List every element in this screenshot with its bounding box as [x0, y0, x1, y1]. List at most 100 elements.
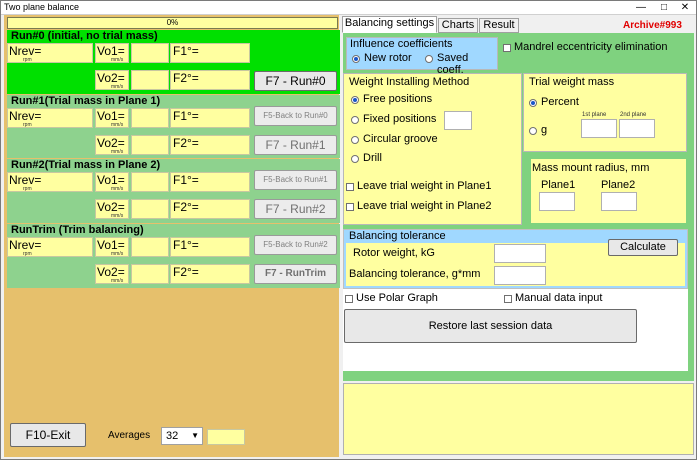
- back-to-run2-button[interactable]: F5-Back to Run#2: [254, 235, 337, 255]
- leave-plane1-checkbox[interactable]: [346, 183, 354, 191]
- close-icon[interactable]: ✕: [674, 1, 696, 14]
- run1-group: Run#1(Trial mass in Plane 1) Nrev= rpm V…: [7, 95, 340, 158]
- tab-charts[interactable]: Charts: [438, 18, 478, 33]
- fixed-positions-label: Fixed positions: [363, 113, 437, 125]
- rpm-unit: rpm: [23, 251, 32, 257]
- nrev-label: Nrev=: [9, 173, 42, 187]
- tab-result[interactable]: Result: [479, 18, 519, 33]
- leave-plane2-checkbox[interactable]: [346, 203, 354, 211]
- run-title: RunTrim (Trim balancing): [11, 224, 144, 236]
- mount-radius-group: Mass mount radius, mm Plane1 Plane2: [531, 159, 686, 223]
- options-area: Use Polar Graph Manual data input Restor…: [343, 289, 688, 371]
- manual-input-label: Manual data input: [515, 292, 603, 304]
- vo1-unit: mm/s: [111, 122, 124, 128]
- calculate-button[interactable]: Calculate: [608, 239, 678, 256]
- run0-group: Run#0 (initial, no trial mass) Nrev= rpm…: [7, 30, 340, 94]
- tolerance-group: Balancing tolerance Rotor weight, kG Bal…: [343, 229, 688, 289]
- minimize-icon[interactable]: —: [630, 1, 652, 14]
- restore-session-button[interactable]: Restore last session data: [344, 309, 637, 343]
- trial-mass-plane2-input[interactable]: [619, 119, 655, 138]
- averages-select[interactable]: 32 ▼: [161, 427, 203, 445]
- vo2-unit: mm/s: [111, 213, 124, 219]
- run0-button[interactable]: F7 - Run#0: [254, 71, 337, 91]
- tolerance-label: Balancing tolerance, g*mm: [349, 268, 481, 280]
- nrev-label: Nrev=: [9, 44, 42, 58]
- radius-plane2-input[interactable]: [601, 192, 637, 211]
- trial-mass-plane1-input[interactable]: [581, 119, 617, 138]
- mandrel-checkbox[interactable]: [503, 44, 511, 52]
- weight-method-title: Weight Installing Method: [349, 76, 470, 88]
- free-positions-radio[interactable]: [351, 96, 359, 104]
- back-to-run0-button[interactable]: F5-Back to Run#0: [254, 106, 337, 126]
- grams-radio[interactable]: [529, 127, 537, 135]
- saved-coeff-radio[interactable]: [425, 55, 433, 63]
- settings-panel: Balancing settings Charts Result Archive…: [341, 15, 694, 457]
- vo1-label: Vo1=: [97, 44, 125, 58]
- rpm-unit: rpm: [23, 57, 32, 63]
- second-plane-label: 2nd plane: [620, 112, 647, 118]
- f2-label: F2°=: [173, 71, 199, 85]
- circular-groove-radio[interactable]: [351, 136, 359, 144]
- polar-graph-label: Use Polar Graph: [356, 292, 438, 304]
- vo2-unit: mm/s: [111, 149, 124, 155]
- run-title: Run#1(Trial mass in Plane 1): [11, 95, 161, 107]
- free-positions-label: Free positions: [363, 93, 433, 105]
- vo2-value: [131, 70, 169, 90]
- vo1-value: [131, 108, 169, 128]
- vo2-unit: mm/s: [111, 278, 124, 284]
- rpm-unit: rpm: [23, 122, 32, 128]
- mandrel-label: Mandrel eccentricity elimination: [514, 41, 668, 53]
- influence-group: Influence coefficients New rotor Saved c…: [346, 37, 498, 76]
- manual-input-checkbox[interactable]: [504, 295, 512, 303]
- run2-button[interactable]: F7 - Run#2: [254, 199, 337, 219]
- vo1-unit: mm/s: [111, 57, 124, 63]
- percent-label: Percent: [541, 96, 579, 108]
- f2-label: F2°=: [173, 200, 199, 214]
- drill-label: Drill: [363, 152, 382, 164]
- fixed-positions-input[interactable]: [444, 111, 472, 130]
- vo2-label: Vo2=: [97, 265, 125, 279]
- drill-radio[interactable]: [351, 155, 359, 163]
- new-rotor-radio[interactable]: [352, 55, 360, 63]
- rotor-weight-input[interactable]: [494, 244, 546, 263]
- f1-label: F1°=: [173, 109, 199, 123]
- maximize-icon[interactable]: □: [653, 1, 675, 14]
- fixed-positions-radio[interactable]: [351, 116, 359, 124]
- run-title: Run#0 (initial, no trial mass): [11, 30, 158, 42]
- leave-plane1-label: Leave trial weight in Plane1: [357, 180, 492, 192]
- vo2-value: [131, 264, 169, 284]
- grams-label: g: [541, 124, 548, 136]
- f2-label: F2°=: [173, 265, 199, 279]
- radius-plane1-input[interactable]: [539, 192, 575, 211]
- nrev-label: Nrev=: [9, 238, 42, 252]
- run-title: Run#2(Trial mass in Plane 2): [11, 159, 161, 171]
- percent-radio[interactable]: [529, 99, 537, 107]
- vo2-value: [131, 135, 169, 155]
- circular-groove-label: Circular groove: [363, 133, 438, 145]
- vo1-label: Vo1=: [97, 173, 125, 187]
- chevron-down-icon: ▼: [191, 431, 199, 440]
- tolerance-input[interactable]: [494, 266, 546, 285]
- run2-group: Run#2(Trial mass in Plane 2) Nrev= rpm V…: [7, 159, 340, 223]
- leave-plane2-label: Leave trial weight in Plane2: [357, 200, 492, 212]
- tab-balancing-settings[interactable]: Balancing settings: [342, 16, 437, 33]
- title-bar: Two plane balance — □ ✕: [1, 1, 696, 15]
- back-to-run1-button[interactable]: F5-Back to Run#1: [254, 170, 337, 190]
- exit-button[interactable]: F10-Exit: [10, 423, 86, 447]
- runtrim-button[interactable]: F7 - RunTrim: [254, 264, 337, 284]
- runs-panel: 0% Run#0 (initial, no trial mass) Nrev= …: [4, 15, 340, 457]
- new-rotor-label: New rotor: [364, 52, 412, 64]
- main-window: Two plane balance — □ ✕ 0% Run#0 (initia…: [0, 0, 697, 460]
- averages-label: Averages: [108, 430, 151, 441]
- run1-button[interactable]: F7 - Run#1: [254, 135, 337, 155]
- message-area: [343, 383, 694, 455]
- f1-label: F1°=: [173, 173, 199, 187]
- progress-bar: 0%: [7, 17, 338, 29]
- vo1-label: Vo1=: [97, 109, 125, 123]
- radius-plane2-label: Plane2: [601, 179, 636, 191]
- vo2-label: Vo2=: [97, 136, 125, 150]
- vo1-unit: mm/s: [111, 251, 124, 257]
- polar-graph-checkbox[interactable]: [345, 295, 353, 303]
- window-title: Two plane balance: [4, 2, 80, 12]
- vo1-value: [131, 172, 169, 192]
